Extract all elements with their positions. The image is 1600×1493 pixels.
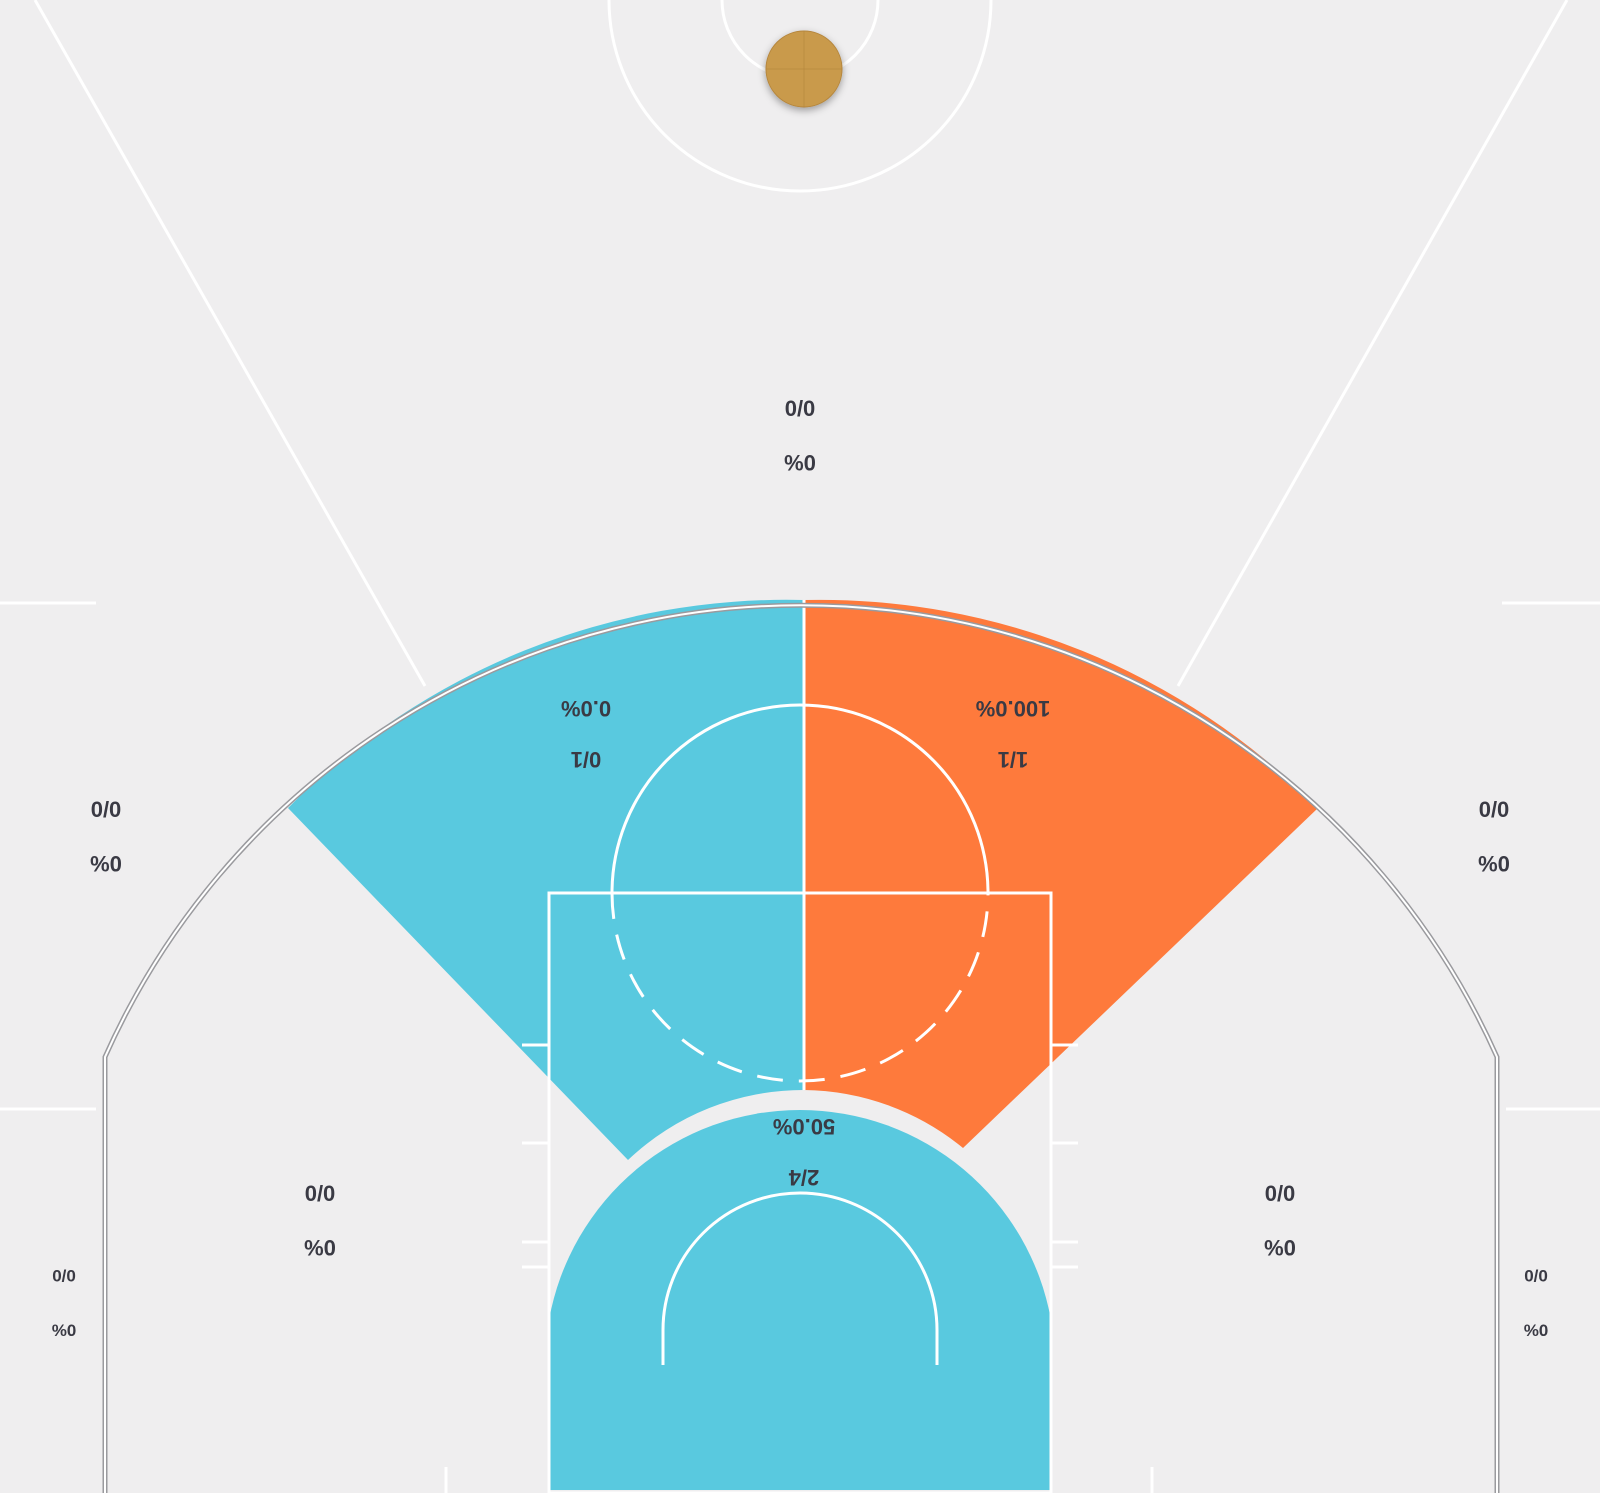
zone-percent: 0% <box>784 450 816 475</box>
zone-percent: 0% <box>52 1321 77 1340</box>
zone-percent: 0.0% <box>561 696 611 721</box>
zone-made-attempts: 1/1 <box>998 747 1029 772</box>
zone-made-attempts: 2/4 <box>788 1165 819 1190</box>
zone-made-attempts: 0/1 <box>571 747 602 772</box>
zone-percent: 50.0% <box>773 1114 835 1139</box>
basketball-icon <box>765 30 843 108</box>
zone-made-attempts: 0/0 <box>91 797 122 822</box>
zone-made-attempts: 0/0 <box>52 1266 76 1285</box>
zone-percent: 0% <box>90 851 122 876</box>
zone-percent: 0% <box>1478 851 1510 876</box>
zone-made-attempts: 0/0 <box>1479 797 1510 822</box>
shot-chart-court: 2/4 50.0% 0/1 0.0% 1/1 100.0% 0/0 0% 0/0 0% 0/0 0% 0… <box>0 0 1600 1493</box>
zone-made-attempts: 0/0 <box>1265 1181 1296 1206</box>
zone-percent: 0% <box>1524 1321 1549 1340</box>
zone-percent: 0% <box>304 1235 336 1260</box>
zone-percent: 0% <box>1264 1235 1296 1260</box>
zone-made-attempts: 0/0 <box>1524 1266 1548 1285</box>
zone-percent: 100.0% <box>976 696 1051 721</box>
zone-made-attempts: 0/0 <box>785 396 816 421</box>
zone-made-attempts: 0/0 <box>305 1181 336 1206</box>
